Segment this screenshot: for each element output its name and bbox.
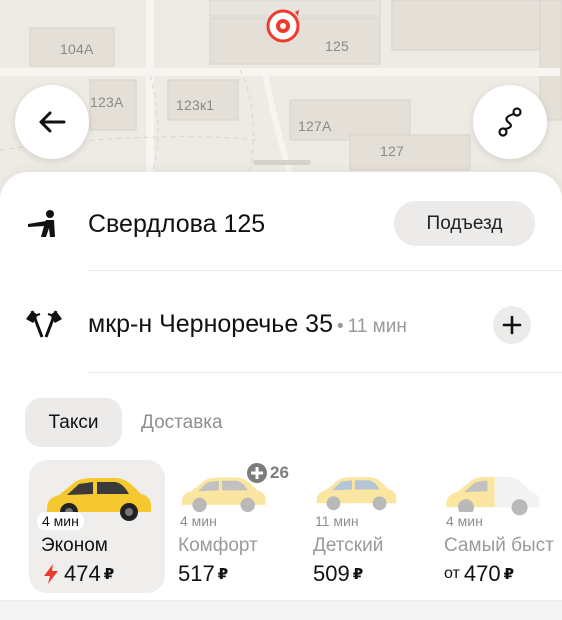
finish-flags-icon: [22, 302, 66, 346]
building-label: 104А: [60, 41, 94, 57]
tab-delivery[interactable]: Доставка: [141, 398, 223, 447]
tariff-price: 509 ₽: [313, 561, 363, 587]
pickup-address: Свердлова 125: [88, 209, 266, 238]
map-view[interactable]: 104А 123А 123к1 125 127А 127: [0, 0, 562, 200]
tariff-name: Комфорт: [178, 535, 258, 556]
price-prefix: от: [444, 565, 460, 582]
route-button[interactable]: [473, 85, 547, 159]
entrance-button[interactable]: Подъезд: [394, 201, 535, 246]
destination-text: мкр-н Черноречье 35 • 11 мин: [88, 310, 407, 339]
divider: [88, 270, 562, 271]
currency-sign: ₽: [217, 566, 229, 583]
tariff-price-value: 509: [313, 561, 350, 586]
tariff-card-economy[interactable]: 4 мин Эконом 474 ₽: [29, 460, 165, 593]
tariff-name: Детский: [313, 535, 384, 556]
separator-dot: •: [336, 315, 344, 337]
tariff-price-value: 474: [64, 561, 101, 586]
tariff-name: Эконом: [41, 535, 108, 556]
plus-points-value: 26: [270, 463, 289, 482]
bottom-panel-edge: [0, 600, 562, 620]
arrow-left-icon: [39, 111, 66, 133]
sheet-grabber[interactable]: [253, 160, 311, 165]
surge-bolt-icon: [44, 564, 58, 584]
plus-icon: [502, 315, 522, 335]
tariff-name: Самый быст: [444, 535, 554, 556]
divider: [88, 372, 562, 373]
person-hail-icon: [22, 202, 66, 246]
taxi-car-icon: [446, 476, 540, 516]
destination-address: мкр-н Черноречье 35: [88, 309, 333, 338]
tariff-wait-time: 4 мин: [441, 512, 488, 530]
route-icon: [498, 107, 522, 137]
plus-points-icon: [247, 463, 267, 483]
building-label: 127А: [298, 118, 332, 134]
building-label: 123к1: [176, 97, 215, 113]
tariff-price: 474 ₽: [42, 561, 114, 587]
tariff-card-fastest[interactable]: 4 мин Самый быст от 470 ₽: [441, 460, 562, 593]
location-pin-icon: [265, 8, 301, 44]
add-stop-button[interactable]: [493, 306, 531, 344]
plus-points-badge: 26: [246, 462, 289, 484]
taxi-car-icon: [316, 477, 397, 511]
tab-taxi[interactable]: Такси: [25, 398, 122, 447]
destination-row[interactable]: мкр-н Черноречье 35 • 11 мин: [0, 294, 562, 354]
tariff-price-value: 517: [178, 561, 215, 586]
back-button[interactable]: [15, 85, 89, 159]
tariff-card-kids[interactable]: 11 мин Детский 509 ₽: [310, 460, 432, 593]
tariff-price-value: 470: [463, 561, 501, 586]
currency-sign: ₽: [503, 566, 515, 583]
building-label: 123А: [90, 94, 124, 110]
tariff-wait-time: 4 мин: [37, 512, 84, 530]
tariff-wait-time: 4 мин: [175, 512, 222, 530]
tariff-wait-time: 11 мин: [310, 512, 364, 530]
currency-sign: ₽: [352, 566, 364, 583]
trip-duration: 11 мин: [347, 315, 407, 337]
currency-sign: ₽: [103, 566, 115, 583]
building-label: 127: [380, 143, 404, 159]
tariff-price: от 470 ₽: [444, 561, 514, 587]
tariff-price: 517 ₽: [178, 561, 228, 587]
building-label: 125: [325, 38, 349, 54]
